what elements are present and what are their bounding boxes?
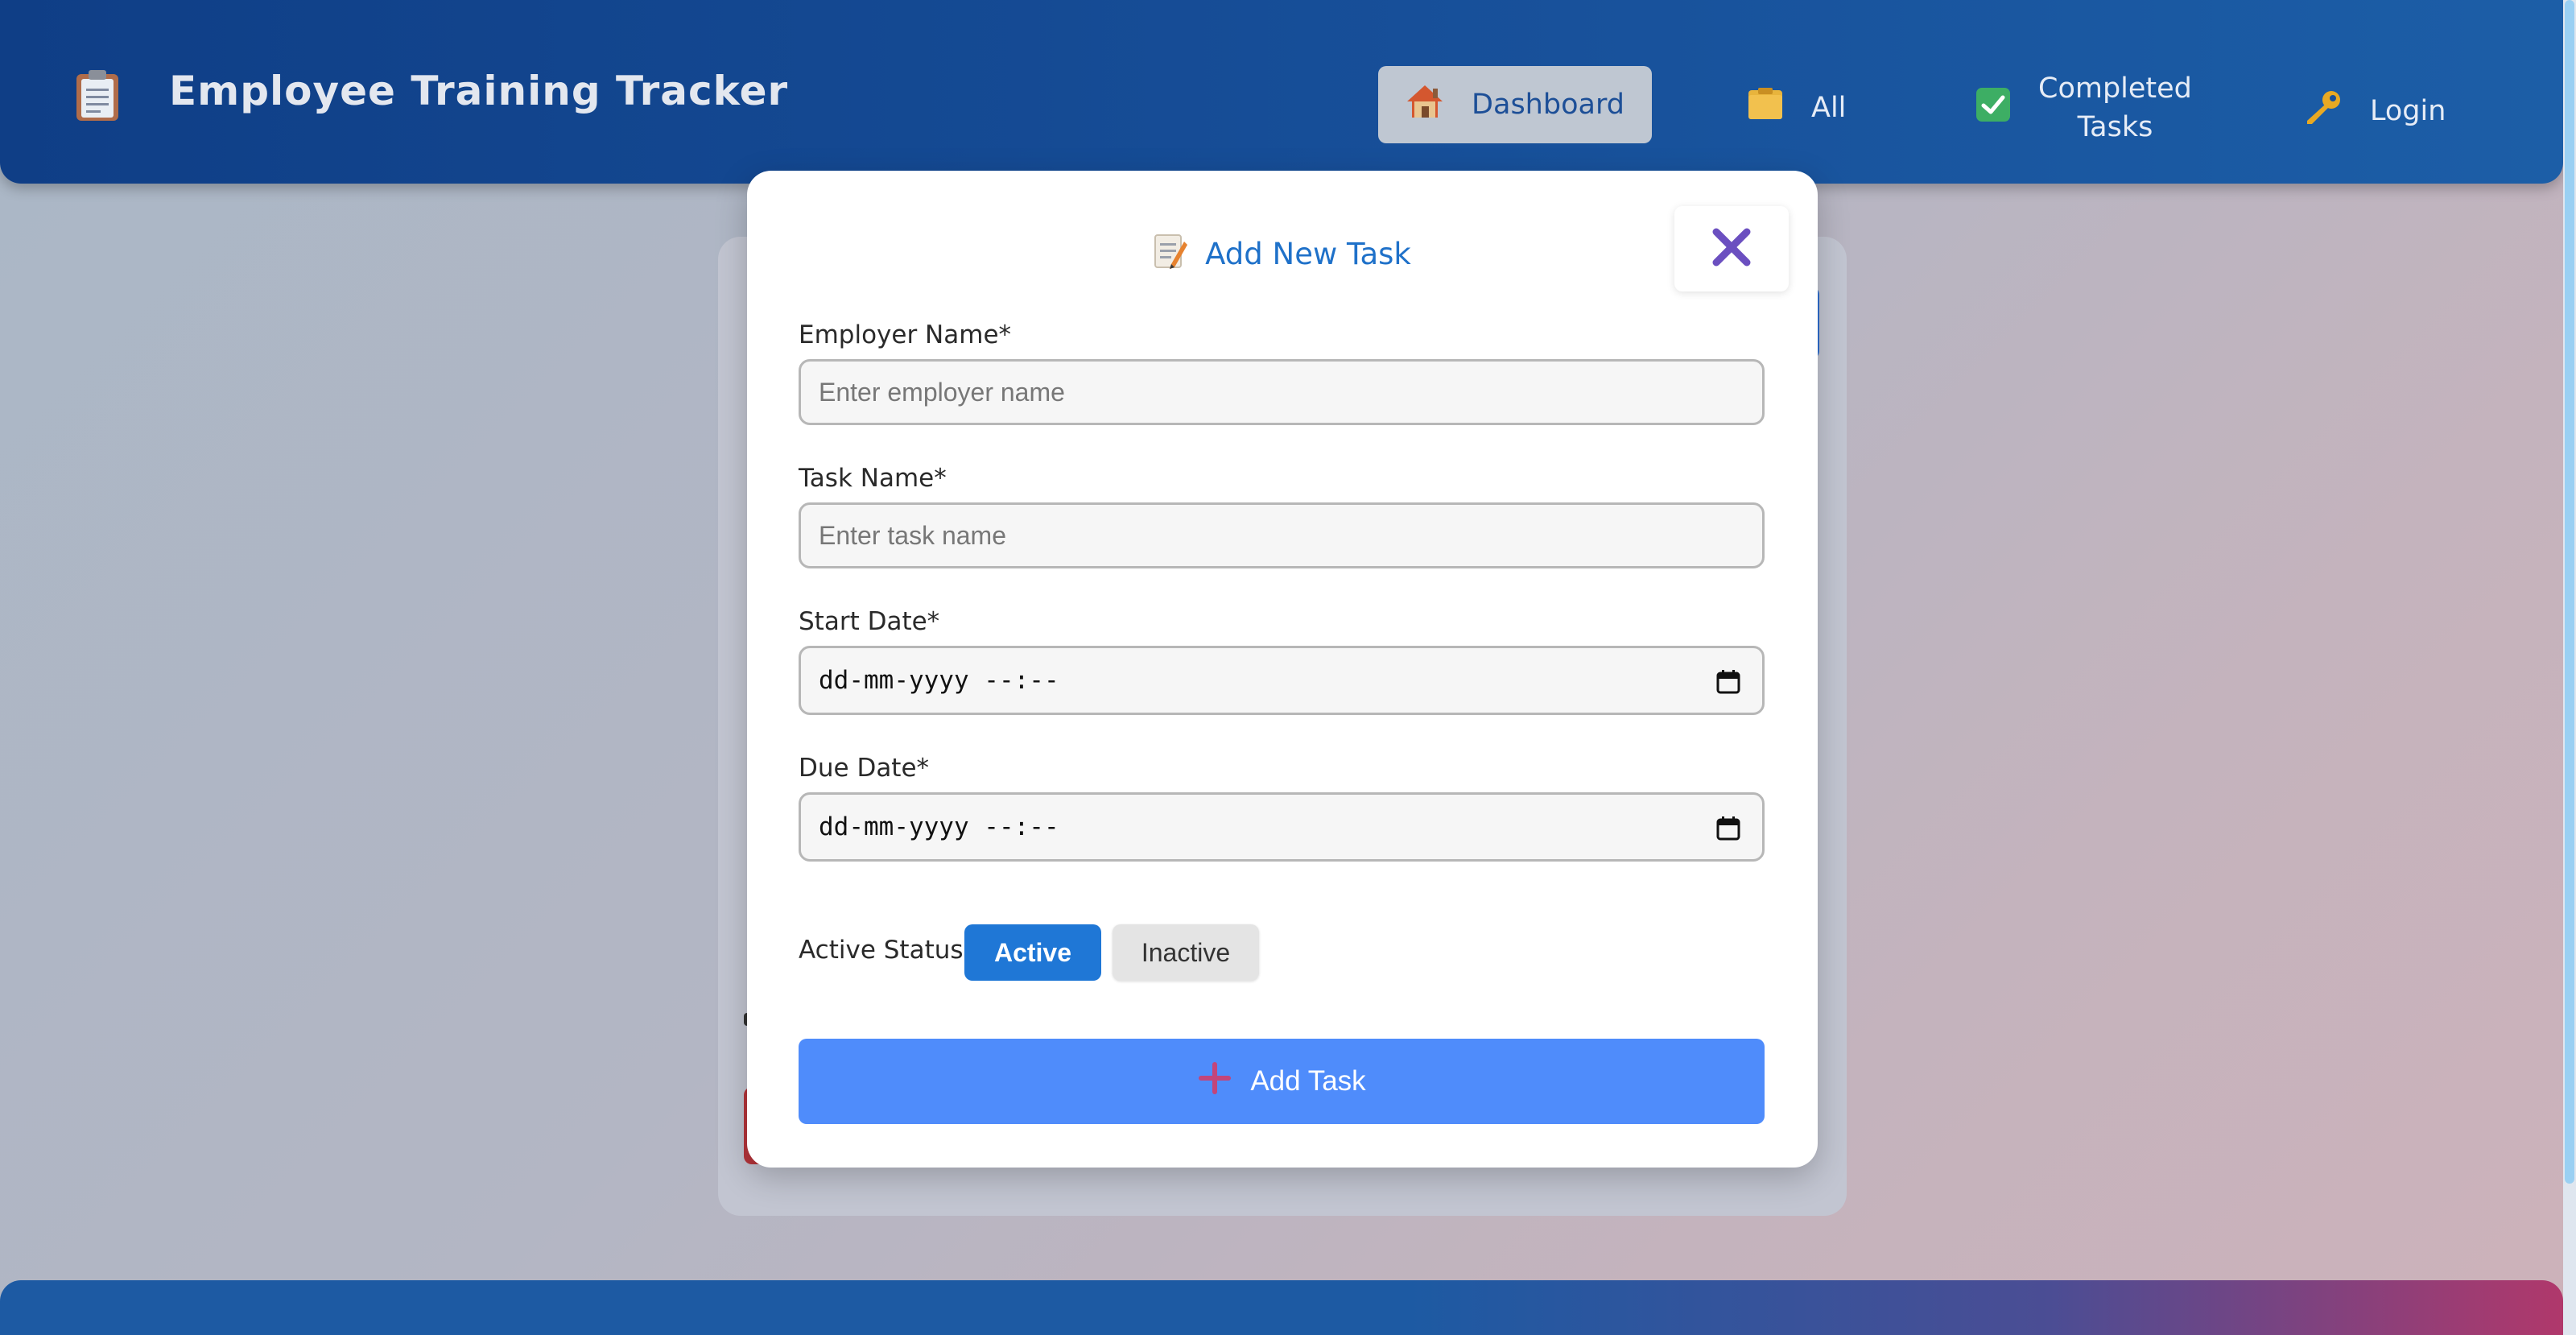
start-date-input[interactable]: dd-mm-yyyy --:--: [799, 646, 1765, 715]
task-name-label: Task Name*: [799, 464, 947, 493]
status-inactive-button[interactable]: Inactive: [1113, 924, 1259, 981]
status-active-button[interactable]: Active: [964, 924, 1101, 981]
nav-all-label: All: [1811, 91, 1847, 124]
calendar-icon[interactable]: [1715, 816, 1741, 848]
modal-title-text: Add New Task: [1205, 237, 1411, 271]
app-title: Employee Training Tracker: [169, 68, 789, 114]
close-button[interactable]: [1674, 206, 1789, 291]
nav-login-label: Login: [2370, 94, 2446, 127]
active-status-label: Active Status:: [799, 936, 972, 965]
scrollbar-track[interactable]: [2563, 0, 2576, 1335]
clipboard-icon: [74, 69, 121, 122]
page-footer: [0, 1280, 2563, 1335]
scrollbar-thumb[interactable]: [2565, 0, 2574, 1184]
nav-completed-label-line1: Completed: [2038, 72, 2192, 105]
app-header: Employee Training Tracker Dashboard All: [0, 0, 2563, 184]
nav-dashboard-label: Dashboard: [1472, 89, 1624, 121]
start-date-label: Start Date*: [799, 607, 940, 636]
due-date-label: Due Date*: [799, 754, 930, 783]
due-date-value: dd-mm-yyyy --:--: [819, 812, 1059, 841]
memo-icon: [1154, 232, 1188, 276]
key-icon: [2306, 89, 2343, 133]
employer-name-input[interactable]: [799, 359, 1765, 425]
add-task-button-label: Add Task: [1250, 1065, 1366, 1097]
modal-title: Add New Task: [747, 232, 1818, 276]
nav-login[interactable]: Login: [2306, 89, 2446, 133]
close-icon: [1711, 227, 1752, 271]
nav-completed-tasks[interactable]: Completed Tasks: [1975, 69, 2192, 147]
calendar-icon[interactable]: [1715, 669, 1741, 701]
check-icon: [1975, 87, 2011, 130]
add-task-modal: Add New Task Employer Name* Task Name* S…: [747, 171, 1818, 1168]
employer-name-label: Employer Name*: [799, 320, 1012, 349]
nav-completed-label-line2: Tasks: [2077, 111, 2153, 143]
house-icon: [1406, 84, 1444, 126]
folder-icon: [1747, 87, 1784, 128]
nav-dashboard[interactable]: Dashboard: [1378, 66, 1652, 143]
add-task-button[interactable]: Add Task: [799, 1039, 1765, 1124]
nav-all[interactable]: All: [1747, 87, 1846, 128]
task-name-input[interactable]: [799, 502, 1765, 568]
due-date-input[interactable]: dd-mm-yyyy --:--: [799, 792, 1765, 862]
plus-icon: [1197, 1060, 1232, 1103]
start-date-value: dd-mm-yyyy --:--: [819, 666, 1059, 695]
